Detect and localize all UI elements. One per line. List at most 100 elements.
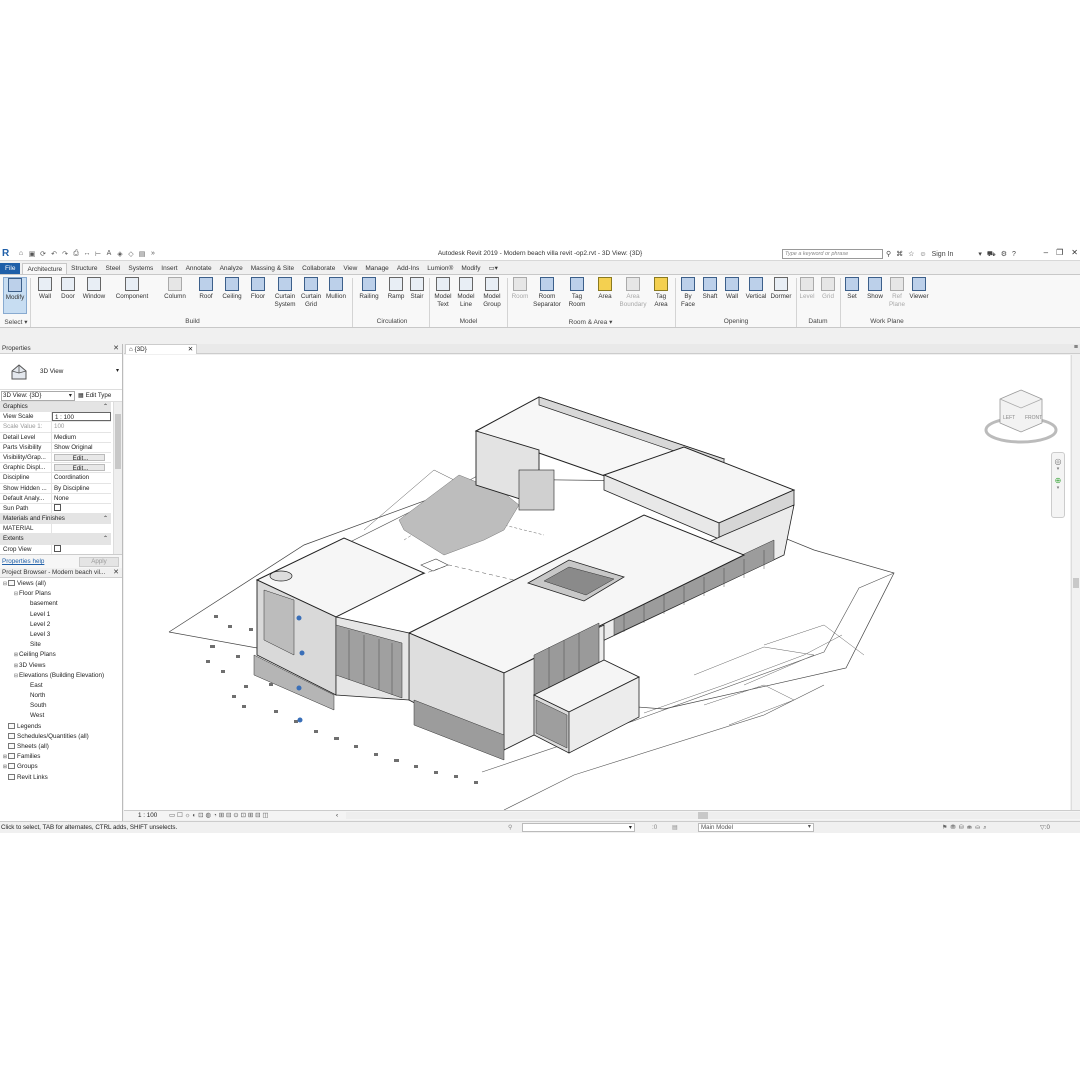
checkbox[interactable] [54, 544, 61, 552]
level-button[interactable]: Level [798, 277, 816, 301]
property-value[interactable]: 1 : 100 [52, 412, 111, 422]
area-button[interactable]: Area [594, 277, 616, 301]
ramp-button[interactable]: Ramp [385, 277, 407, 301]
section-icon[interactable]: ◇ [127, 250, 135, 258]
scroll-thumb[interactable] [698, 812, 708, 819]
edit-button[interactable]: Edit... [54, 453, 105, 462]
close-icon[interactable]: ✕ [1071, 248, 1078, 257]
browser-item[interactable]: North [0, 691, 122, 701]
tab-annotate[interactable]: Annotate [182, 263, 216, 274]
model-line-button[interactable]: Model Line [455, 277, 477, 308]
print-icon[interactable]: ⎙ [72, 250, 80, 258]
browser-item[interactable]: Level 1 [0, 610, 122, 620]
property-category[interactable]: Graphics ⌃ [0, 402, 111, 413]
zoom-icon[interactable]: ⊕ [1052, 476, 1064, 485]
edit-button[interactable]: Edit... [54, 464, 105, 472]
view-cube[interactable]: LEFT FRONT [984, 385, 1059, 452]
tab-file[interactable]: File [0, 263, 21, 274]
close-icon[interactable]: ✕ [113, 344, 119, 354]
collapse-icon[interactable]: ⌃ [103, 534, 111, 543]
steering-wheel-icon[interactable]: ◎ [1052, 457, 1064, 466]
type-selector[interactable]: 3D View ▾ [0, 354, 122, 390]
dormer-button[interactable]: Dormer [768, 277, 794, 301]
close-hidden-icon[interactable]: ▤ [138, 250, 146, 258]
property-value[interactable] [52, 503, 111, 513]
ref-plane-button[interactable]: Ref Plane [887, 277, 907, 308]
chevron-down-icon[interactable]: ▾ [1052, 466, 1064, 472]
edit-type-button[interactable]: ▦ Edit Type [78, 391, 111, 401]
properties-scrollbar[interactable] [113, 402, 122, 554]
show-button[interactable]: Show [864, 277, 886, 301]
tab-architecture[interactable]: Architecture [22, 263, 68, 274]
tab-manage[interactable]: Manage [361, 263, 393, 274]
browser-item[interactable]: Revit Links [0, 773, 122, 783]
tab-steel[interactable]: Steel [102, 263, 125, 274]
scroll-left-icon[interactable]: ‹ [336, 811, 338, 820]
door-button[interactable]: Door [58, 277, 78, 301]
property-value[interactable] [52, 524, 111, 533]
browser-item[interactable]: Level 2 [0, 620, 122, 630]
by-face-button[interactable]: By Face [678, 277, 698, 308]
roof-button[interactable]: Roof [196, 277, 216, 301]
tab-list-icon[interactable]: ≡ [1074, 344, 1078, 351]
tab-collaborate[interactable]: Collaborate [298, 263, 339, 274]
view-control-icons[interactable]: ▭☐☼◐⊡◍◔⊞⊟⊙⊡⊞⊟◫ [169, 811, 270, 820]
undo-icon[interactable]: ↶ [50, 250, 58, 258]
design-options-icon[interactable]: ▤ [672, 822, 678, 833]
column-button[interactable]: Column [160, 277, 190, 301]
text-icon[interactable]: A [105, 250, 113, 258]
tab-systems[interactable]: Systems [124, 263, 157, 274]
close-icon[interactable]: ✕ [113, 568, 119, 578]
grid-button[interactable]: Grid [819, 277, 837, 301]
tag-room-button[interactable]: Tag Room [566, 277, 588, 308]
browser-item[interactable]: ⊞ Families [0, 752, 122, 762]
view-tab-3d[interactable]: ⌂ {3D} ✕ [125, 344, 197, 354]
stair-button[interactable]: Stair [407, 277, 427, 301]
user-icon[interactable]: ☺ [919, 251, 926, 258]
property-value[interactable]: None [52, 494, 111, 503]
browser-item[interactable]: Schedules/Quantities (all) [0, 732, 122, 742]
redo-icon[interactable]: ↷ [61, 250, 69, 258]
vertical-button[interactable]: Vertical [743, 277, 769, 301]
browser-item[interactable]: East [0, 681, 122, 691]
3d-view-icon[interactable]: ◈ [116, 250, 124, 258]
browser-item[interactable]: ⊟Elevations (Building Elevation) [0, 671, 122, 681]
tab-add-ins[interactable]: Add-Ins [393, 263, 423, 274]
chevron-down-icon[interactable]: ▾ [116, 367, 119, 374]
area-boundary-button[interactable]: Area Boundary [618, 277, 648, 308]
viewer-button[interactable]: Viewer [907, 277, 931, 301]
checkbox[interactable] [54, 503, 61, 511]
property-value[interactable]: Coordination [52, 473, 111, 482]
railing-button[interactable]: Railing [357, 277, 381, 301]
browser-item[interactable]: basement [0, 599, 122, 609]
dimension-icon[interactable]: ⊢ [94, 250, 102, 258]
curtain-grid-button[interactable]: Curtain Grid [298, 277, 324, 308]
property-value[interactable]: Show Original [52, 443, 111, 452]
tab-structure[interactable]: Structure [67, 263, 101, 274]
property-value[interactable] [52, 544, 111, 554]
close-icon[interactable]: ✕ [188, 345, 193, 354]
tab-lumion[interactable]: Lumion® [423, 263, 457, 274]
scroll-thumb[interactable] [115, 414, 121, 469]
tab-modify[interactable]: Modify [457, 263, 484, 274]
tab-view[interactable]: View [339, 263, 361, 274]
browser-item[interactable]: Sheets (all) [0, 742, 122, 752]
sign-in-link[interactable]: Sign In [932, 251, 954, 258]
curtain-system-button[interactable]: Curtain System [272, 277, 298, 308]
browser-item[interactable]: ⊞Ceiling Plans [0, 650, 122, 660]
cart-icon[interactable]: ⛟ [987, 250, 996, 259]
help-icon[interactable]: ? [1012, 251, 1016, 258]
measure-icon[interactable]: ↔ [83, 250, 91, 258]
window-button[interactable]: Window [80, 277, 108, 301]
collapse-icon[interactable]: ⌃ [103, 402, 111, 411]
exchange-icon[interactable]: ⚙ [1001, 250, 1007, 258]
workset-icon[interactable]: ⚲ [508, 822, 513, 833]
property-value[interactable]: Medium [52, 433, 111, 442]
selection-filter-icons[interactable]: ⚑⛃⛁⛂⛀⌕ [942, 822, 990, 833]
chevron-down-icon[interactable]: ▾ [978, 250, 982, 258]
wall-button[interactable]: Wall [35, 277, 55, 301]
browser-item[interactable]: ⊞3D Views [0, 661, 122, 671]
set-button[interactable]: Set [843, 277, 861, 301]
restore-icon[interactable]: ❐ [1056, 248, 1063, 257]
modify-button[interactable]: Modify [3, 277, 27, 314]
